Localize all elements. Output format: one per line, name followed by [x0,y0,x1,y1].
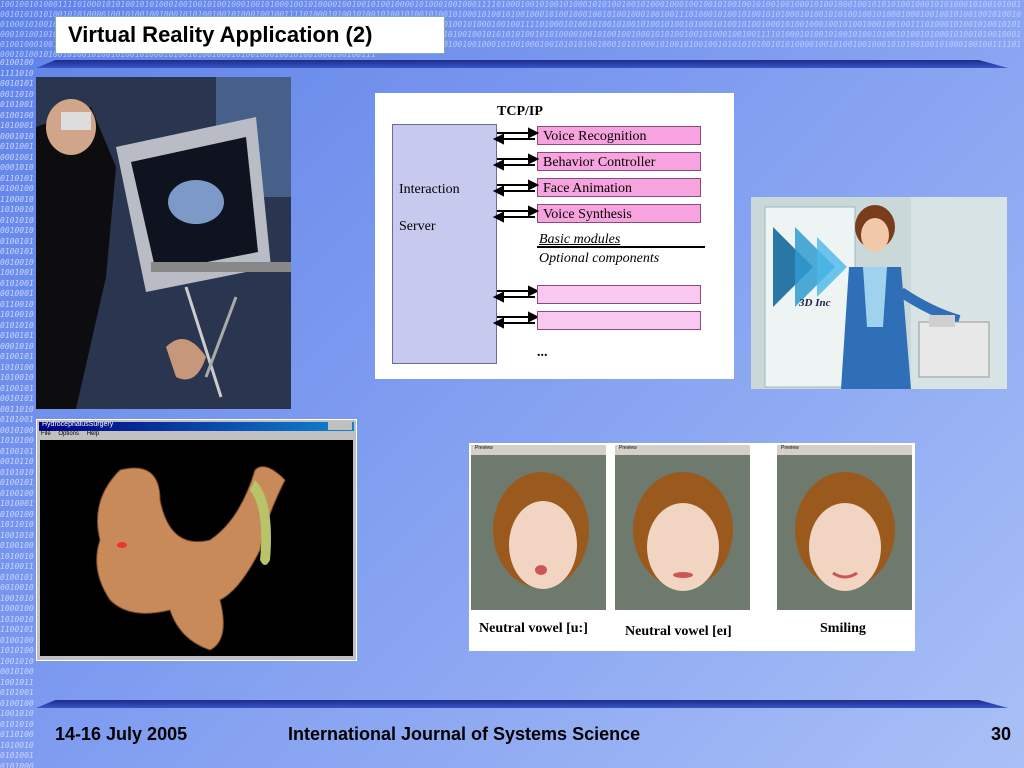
avatar-agent-photo: 3D Inc [751,197,1007,389]
face-neutral-u: Preview [471,445,606,610]
face-image-2 [615,445,750,610]
slide-title: Virtual Reality Application (2) [68,22,373,47]
face-label-2: Neutral vowel [eɪ] [625,624,732,639]
surgery-app-window: HydrocephalusSurgery File Options Help [36,419,357,661]
window-titlebar: HydrocephalusSurgery [39,421,354,431]
preview-title: Preview [781,445,799,451]
bottom-divider [36,700,1008,708]
preview-title: Preview [475,445,493,451]
optional-component-1 [537,285,701,304]
face-image-1 [471,445,606,610]
binary-pattern-left: 0100100111101000101010011010010100101001… [0,58,34,768]
menu-help[interactable]: Help [87,431,99,437]
optional-component-2 [537,311,701,330]
face-smiling: Preview [777,445,912,610]
vr-operator-photo [36,77,291,409]
more-components-ellipsis: ... [537,345,548,360]
architecture-diagram: TCP/IP Interaction Server Voice Recognit… [375,93,734,379]
preview-title: Preview [619,445,637,451]
window-title: HydrocephalusSurgery [42,421,114,428]
footer-page-number: 30 [991,724,1012,744]
face-label-3: Smiling [820,621,866,636]
footer-date: 14-16 July 2005 [55,724,188,744]
avatar-logo-text: 3D Inc [799,297,831,309]
face-neutral-ei: Preview [615,445,750,610]
brain-ventricle-render [40,440,353,656]
avatar-illustration [751,197,1007,389]
slide-title-box: Virtual Reality Application (2) [55,16,445,54]
window-menubar: File Options Help [41,431,99,439]
legend-basic-modules: Basic modules [539,232,621,247]
ventricle-3d-model [96,466,286,651]
menu-file[interactable]: File [41,431,51,437]
footer-journal: International Journal of Systems Science [288,724,641,744]
face-image-3 [777,445,912,610]
menu-options[interactable]: Options [58,431,79,437]
top-divider [36,60,1008,68]
face-label-1: Neutral vowel [u:] [479,621,588,636]
vr-operator-illustration [36,77,291,409]
window-controls[interactable] [328,422,352,430]
facial-expressions-panel: Preview Preview Preview Neutral vowel [u… [469,443,915,651]
legend-optional-components: Optional components [539,251,660,266]
